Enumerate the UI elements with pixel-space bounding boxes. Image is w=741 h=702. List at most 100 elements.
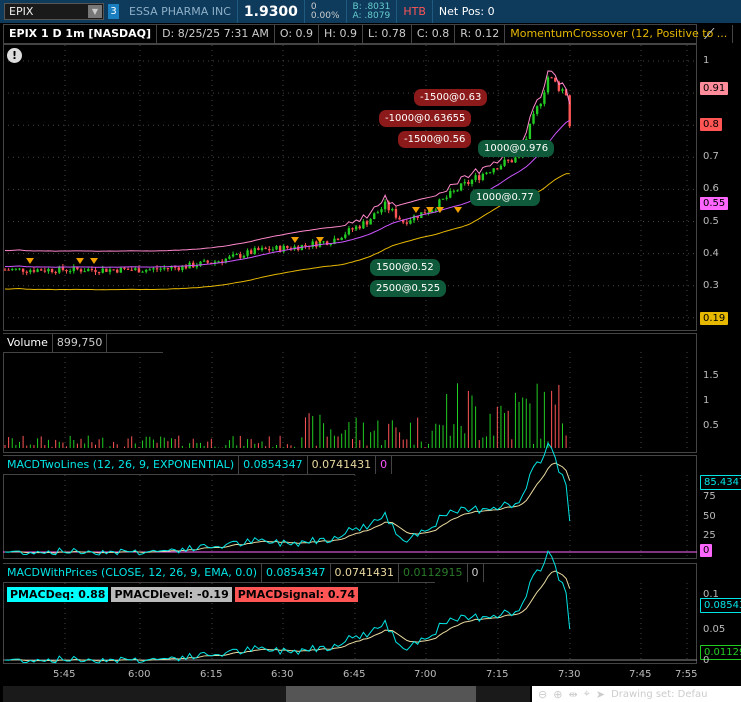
macd1-axis-label: 50 (703, 511, 716, 522)
candle-body (344, 234, 347, 238)
candle-body (528, 123, 532, 140)
candle-body (409, 220, 412, 224)
candle-body (394, 208, 398, 218)
pmacd-eq: PMACDeq: 0.88 (7, 587, 109, 602)
zoom-out-icon[interactable]: ⊖ (538, 688, 547, 701)
candle-body (83, 271, 86, 273)
candle-body (32, 270, 36, 272)
price-axis-label: 0.4 (703, 247, 719, 259)
trade-buy-label[interactable]: 1500@0.52 (370, 259, 440, 276)
trade-buy-label[interactable]: 1000@0.976 (478, 140, 555, 157)
chart-tools: ⊖ ⊕ ⇹ ⌖ ➤ Drawing set: Defau (532, 686, 741, 702)
candle-body (325, 241, 329, 245)
macd1-zero-badge: 0 (700, 544, 713, 557)
trade-buy-label[interactable]: 1000@0.77 (470, 189, 540, 206)
candle-body (506, 159, 510, 161)
candle-body (7, 269, 10, 271)
signal-line (4, 462, 571, 554)
price-axis-label: 0.3 (703, 279, 719, 291)
candle-body (231, 254, 235, 257)
zoom-in-icon[interactable]: ⊕ (553, 688, 562, 701)
scrollbar-thumb[interactable] (286, 686, 476, 702)
trade-sell-label[interactable]: -1500@0.63 (414, 89, 488, 106)
candle-body (155, 268, 159, 270)
candle-body (253, 248, 256, 254)
candle-body (228, 256, 231, 259)
price-axis-label: 0.7 (703, 151, 719, 163)
candle-body (369, 219, 372, 225)
price-badge: 0.8 (700, 118, 722, 131)
candle-body (304, 245, 307, 247)
time-axis-label: 7:15 (486, 669, 509, 680)
candle-body (478, 175, 481, 180)
macd1-axis-label: 25 (703, 530, 716, 541)
candle-body (25, 271, 28, 273)
crosshair-icon[interactable]: ⌖ (584, 687, 590, 701)
macd2-title[interactable]: MACDWithPrices (CLOSE, 12, 26, 9, EMA, 0… (3, 564, 263, 582)
candle-body (21, 268, 25, 272)
candle-body (105, 268, 108, 272)
volume-axis-label: 1.5 (703, 370, 719, 381)
candle-body (257, 248, 260, 250)
candle-body (68, 271, 72, 273)
candle-body (87, 269, 90, 272)
candle-body (195, 265, 199, 268)
candle-body (173, 266, 177, 268)
candle-body (246, 250, 249, 256)
candle-body (239, 254, 242, 258)
pan-icon[interactable]: ⇹ (568, 688, 577, 701)
horizontal-scrollbar[interactable] (3, 686, 530, 702)
candle-body (391, 208, 394, 211)
trade-sell-label[interactable]: -1000@0.63655 (379, 110, 472, 127)
candle-body (50, 268, 54, 273)
candle-body (532, 113, 535, 124)
candle-body (119, 267, 123, 273)
price-axis-label: 0.5 (703, 215, 719, 227)
macd2-top-badge: 0.08543 (700, 598, 741, 613)
candle-body (242, 255, 246, 258)
candle-body (441, 198, 445, 200)
candle-body (423, 212, 427, 214)
candle-body (54, 272, 57, 274)
candle-body (434, 209, 437, 211)
pmacd-level: PMACDlevel: -0.19 (111, 587, 232, 602)
volume-value: 899,750 (53, 334, 108, 352)
candle-body (286, 245, 289, 249)
signal-arrow-icon (76, 258, 84, 264)
candle-body (503, 159, 506, 166)
macd1-header: MACDTwoLines (12, 26, 9, EXPONENTIAL) 0.… (3, 456, 393, 475)
candle-body (358, 226, 361, 229)
trade-sell-label[interactable]: -1500@0.56 (398, 131, 472, 148)
candle-body (126, 268, 130, 270)
candle-body (550, 77, 553, 79)
macd1-title[interactable]: MACDTwoLines (12, 26, 9, EXPONENTIAL) (3, 456, 240, 474)
candle-body (347, 228, 351, 235)
candle-body (485, 172, 488, 174)
macd1-signal: 0.0741431 (308, 456, 377, 474)
macd1-zero: 0 (376, 456, 393, 474)
time-axis-label: 6:15 (200, 669, 223, 680)
candle-body (148, 269, 151, 271)
pointer-icon[interactable]: ➤ (596, 688, 605, 701)
candle-body (481, 173, 485, 180)
macd2-zero: 0 (468, 564, 484, 582)
candle-body (445, 197, 448, 199)
alert-icon[interactable]: ! (7, 48, 22, 63)
candle-body (134, 268, 137, 270)
candle-body (18, 268, 21, 270)
price-badge: 0.91 (700, 82, 729, 95)
volume-axis-label: 0.5 (703, 420, 719, 431)
candle-body (14, 268, 18, 270)
candle-body (206, 260, 209, 263)
candle-body (463, 182, 466, 184)
candle-body (40, 269, 43, 271)
candle-body (97, 272, 101, 274)
candle-body (72, 266, 75, 272)
macd2-histogram: 0.0112915 (399, 564, 468, 582)
candle-body (3, 269, 7, 271)
macd2-zero-label: 0 (703, 655, 710, 666)
candle-body (456, 190, 459, 192)
candle-body (217, 261, 220, 263)
candle-body (452, 190, 456, 192)
trade-buy-label[interactable]: 2500@0.525 (370, 280, 447, 297)
